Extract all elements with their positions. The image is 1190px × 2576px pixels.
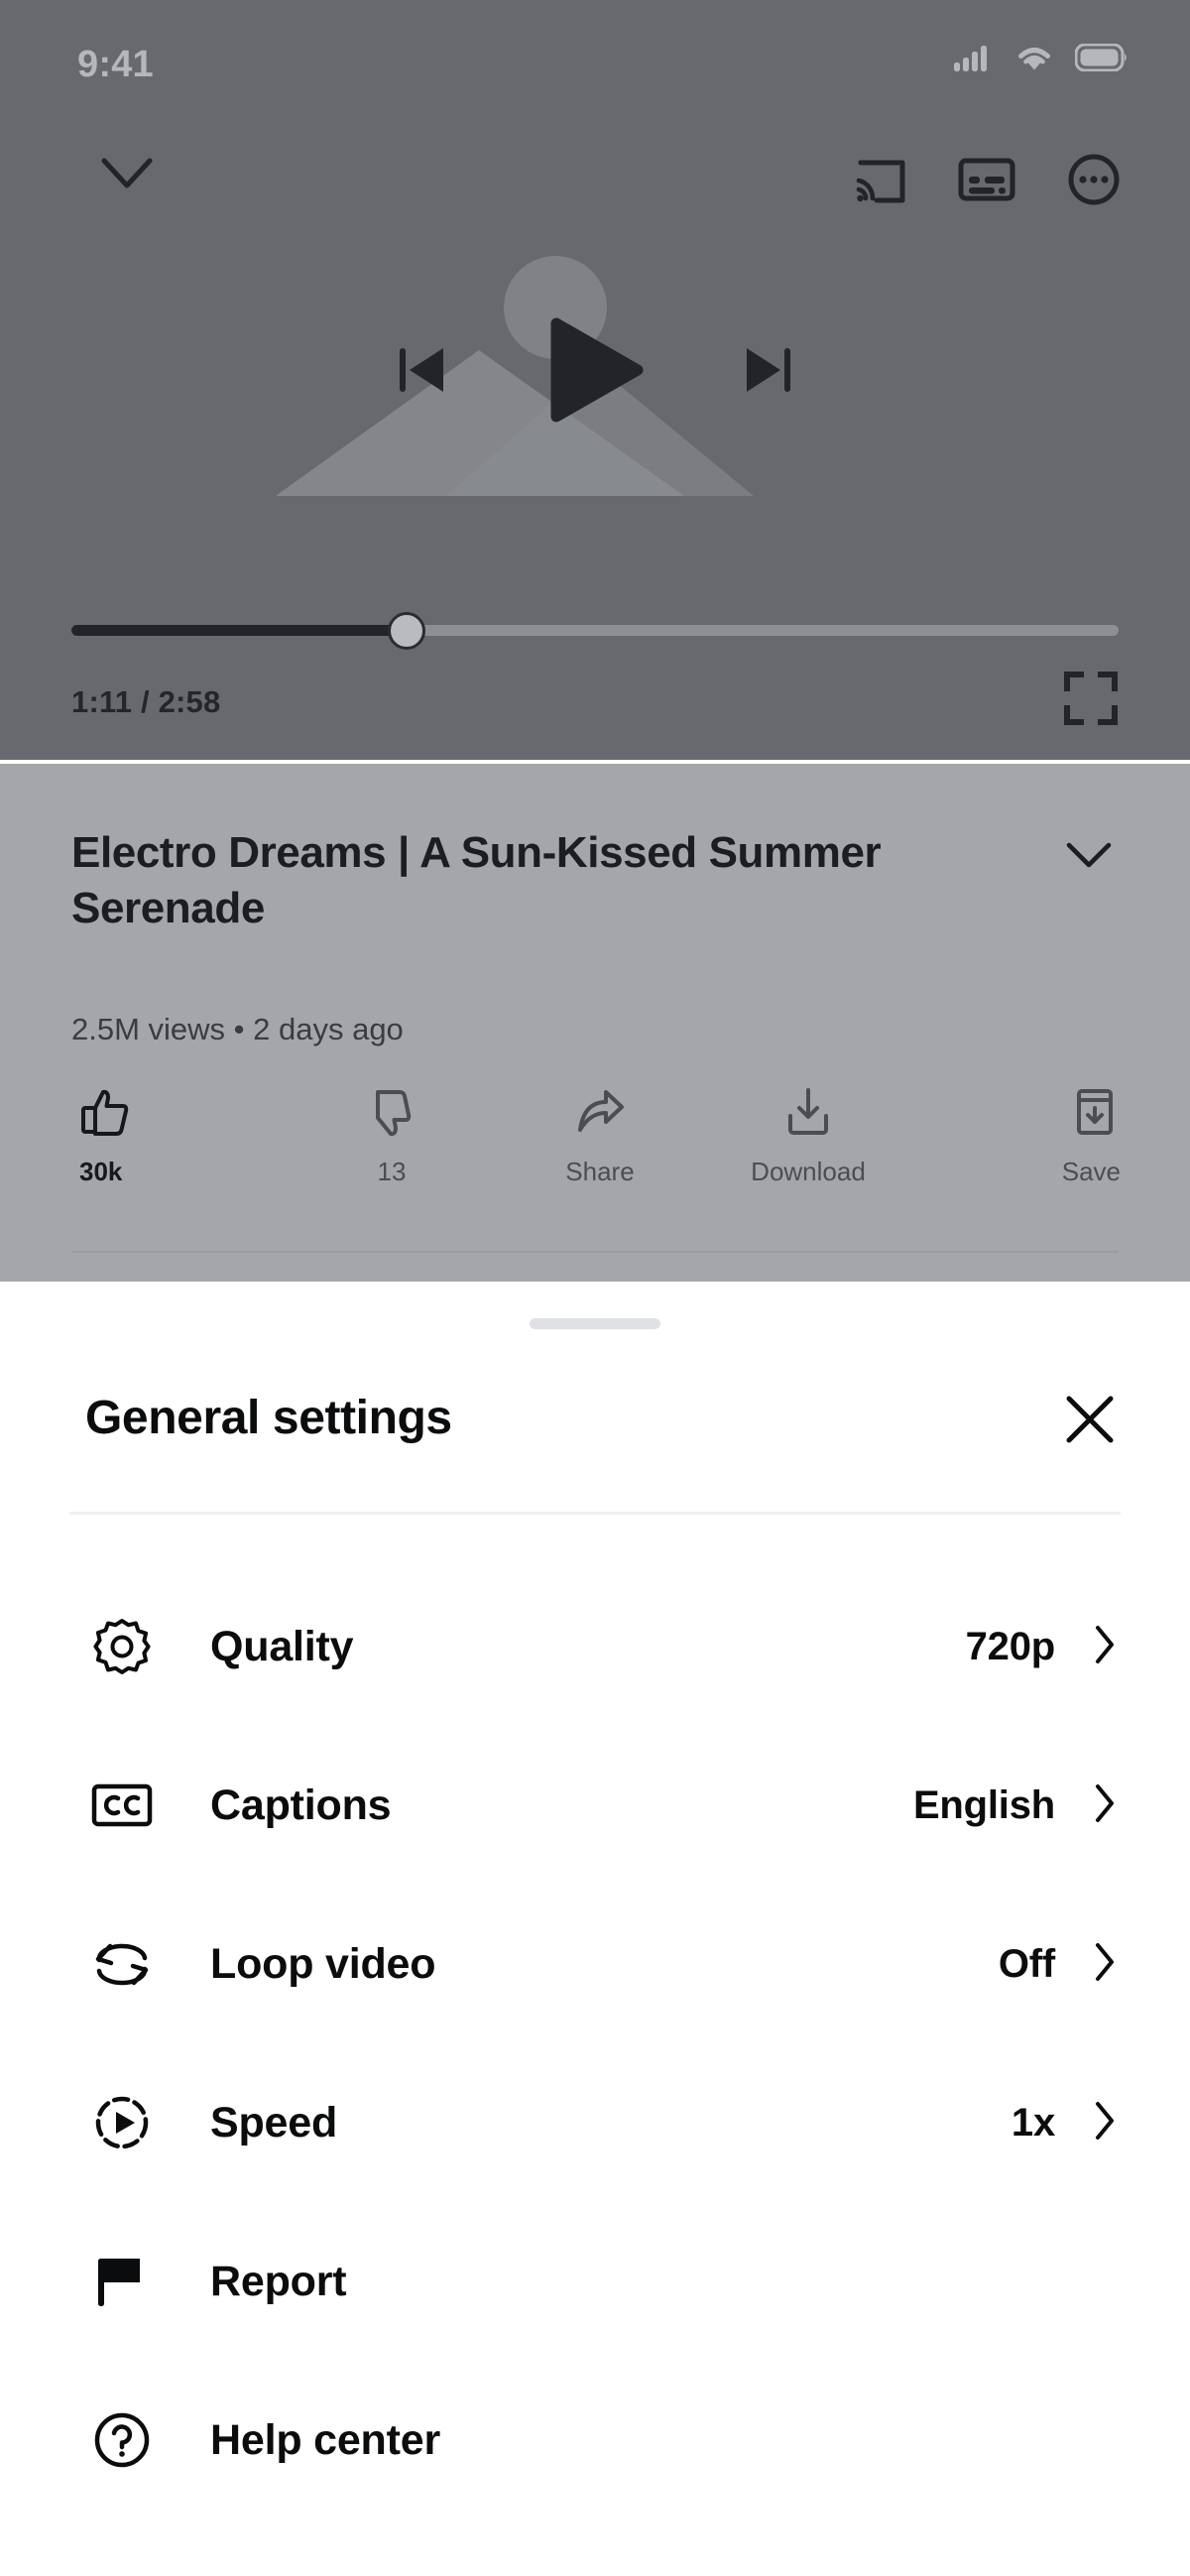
progress-fill bbox=[71, 625, 407, 636]
setting-value-group bbox=[1055, 2259, 1117, 2305]
closed-captions-icon bbox=[89, 1781, 155, 1829]
close-icon[interactable] bbox=[1063, 1393, 1117, 1451]
player-top-right-actions bbox=[853, 153, 1121, 211]
thumbs-up-icon bbox=[79, 1086, 131, 1143]
playback-controls bbox=[0, 298, 1190, 446]
battery-icon bbox=[1075, 44, 1129, 71]
setting-label: Captions bbox=[210, 1780, 392, 1829]
video-action-bar: 30k 13 Share Download Save bbox=[0, 1086, 1190, 1187]
help-icon bbox=[89, 2410, 155, 2470]
loop-icon bbox=[89, 1936, 155, 1992]
more-options-icon[interactable] bbox=[1067, 153, 1121, 211]
save-icon bbox=[1069, 1086, 1121, 1143]
save-button[interactable]: Save bbox=[912, 1086, 1130, 1187]
speed-icon bbox=[89, 2093, 155, 2152]
settings-list: Quality 720p Captions English Loop video… bbox=[0, 1567, 1190, 2519]
setting-row-captions[interactable]: Captions English bbox=[0, 1726, 1190, 1885]
chevron-down-icon[interactable] bbox=[99, 155, 155, 197]
setting-value-group: 1x bbox=[1012, 2100, 1117, 2147]
play-icon[interactable] bbox=[546, 316, 644, 429]
like-count: 30k bbox=[79, 1157, 123, 1186]
status-bar-clock: 9:41 bbox=[77, 44, 154, 85]
download-button[interactable]: Download bbox=[704, 1086, 912, 1187]
status-bar-icons bbox=[954, 44, 1129, 71]
like-button[interactable]: 30k bbox=[50, 1086, 288, 1187]
wifi-icon bbox=[1015, 44, 1053, 71]
video-player[interactable]: 9:41 1:11 / 2:58 bbox=[0, 0, 1190, 760]
setting-row-loop-video[interactable]: Loop video Off bbox=[0, 1885, 1190, 2043]
sheet-title: General settings bbox=[85, 1392, 452, 1444]
chevron-right-icon[interactable] bbox=[1093, 1941, 1117, 1988]
drag-handle[interactable] bbox=[530, 1318, 660, 1329]
chevron-down-icon[interactable] bbox=[1065, 839, 1113, 876]
info-divider bbox=[71, 1251, 1119, 1253]
setting-value-group: Off bbox=[999, 1941, 1117, 1988]
setting-row-quality[interactable]: Quality 720p bbox=[0, 1567, 1190, 1726]
setting-value: 720p bbox=[965, 1624, 1056, 1668]
setting-value-group: 720p bbox=[966, 1624, 1117, 1670]
cast-icon[interactable] bbox=[853, 155, 906, 209]
next-icon[interactable] bbox=[743, 342, 794, 403]
sheet-divider bbox=[69, 1512, 1121, 1515]
captions-icon[interactable] bbox=[958, 157, 1015, 207]
flag-icon bbox=[89, 2253, 155, 2310]
dislike-button[interactable]: 13 bbox=[288, 1086, 496, 1187]
cellular-signal-icon bbox=[954, 44, 994, 71]
setting-row-help-center[interactable]: Help center bbox=[0, 2361, 1190, 2519]
previous-icon[interactable] bbox=[396, 342, 447, 403]
chevron-right-icon[interactable] bbox=[1093, 2100, 1117, 2147]
share-icon bbox=[574, 1086, 626, 1143]
download-label: Download bbox=[751, 1157, 866, 1186]
setting-value: 1x bbox=[1011, 2100, 1055, 2145]
video-title[interactable]: Electro Dreams | A Sun-Kissed Summer Ser… bbox=[71, 825, 944, 936]
video-time-label: 1:11 / 2:58 bbox=[71, 684, 221, 719]
setting-label: Help center bbox=[210, 2415, 440, 2464]
setting-value-group bbox=[1055, 2417, 1117, 2464]
share-label: Share bbox=[565, 1157, 635, 1186]
chevron-right-icon[interactable] bbox=[1093, 1624, 1117, 1670]
fullscreen-icon[interactable] bbox=[1063, 671, 1119, 731]
status-bar: 9:41 bbox=[0, 0, 1190, 99]
setting-row-speed[interactable]: Speed 1x bbox=[0, 2043, 1190, 2202]
gear-icon bbox=[89, 1617, 155, 1676]
dislike-count: 13 bbox=[377, 1157, 407, 1186]
chevron-right-icon[interactable] bbox=[1093, 1782, 1117, 1829]
setting-row-report[interactable]: Report bbox=[0, 2202, 1190, 2361]
download-icon bbox=[782, 1086, 834, 1143]
save-label: Save bbox=[1061, 1157, 1121, 1186]
progress-thumb[interactable] bbox=[387, 612, 425, 650]
setting-label: Speed bbox=[210, 2098, 338, 2147]
setting-label: Report bbox=[210, 2257, 347, 2305]
share-button[interactable]: Share bbox=[496, 1086, 704, 1187]
setting-value: Off bbox=[998, 1941, 1055, 1986]
setting-value-group: English bbox=[913, 1782, 1117, 1829]
app-screen: 9:41 1:11 / 2:58 Electro Dreams | A Sun-… bbox=[0, 0, 1190, 2576]
setting-label: Quality bbox=[210, 1622, 354, 1670]
video-progress-slider[interactable] bbox=[71, 612, 1119, 650]
video-meta: 2.5M views • 2 days ago bbox=[71, 1012, 404, 1046]
setting-value: English bbox=[912, 1782, 1055, 1827]
thumbs-down-icon bbox=[366, 1086, 417, 1143]
player-top-controls bbox=[0, 139, 1190, 228]
setting-label: Loop video bbox=[210, 1939, 436, 1988]
